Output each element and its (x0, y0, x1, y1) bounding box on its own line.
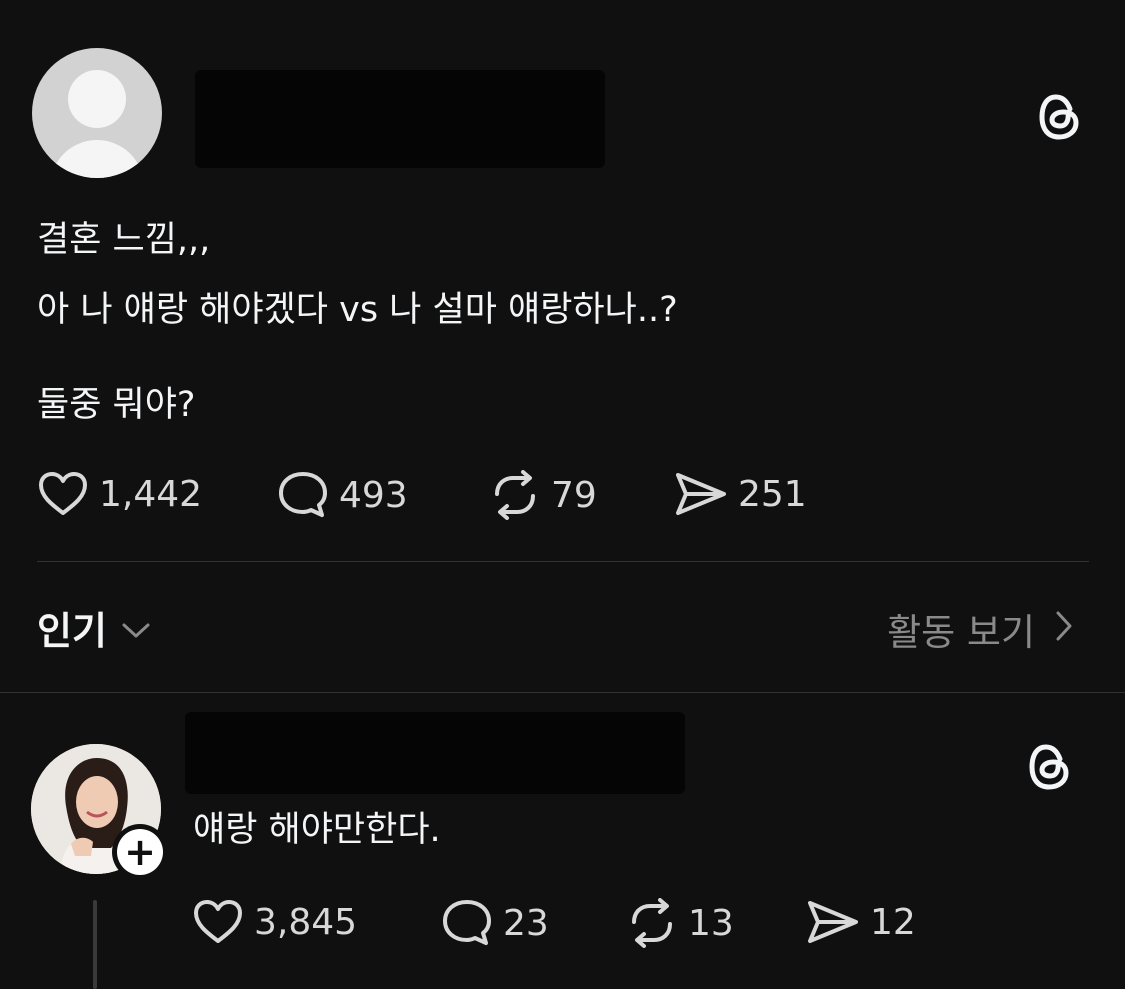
reply-repost-button[interactable]: 13 (626, 898, 734, 948)
plus-icon: + (117, 829, 163, 875)
section-divider (0, 692, 1125, 693)
reply-threads-icon[interactable] (1028, 742, 1072, 796)
comment-icon (277, 470, 329, 520)
share-button[interactable]: 251 (674, 470, 807, 518)
view-activity-link[interactable]: 활동 보기 (887, 602, 1073, 656)
redacted-username (195, 70, 605, 168)
reply-share-count: 12 (870, 901, 916, 943)
repost-button[interactable]: 79 (489, 470, 597, 520)
repost-icon (626, 898, 678, 948)
thread-connector-line (93, 900, 97, 989)
like-count: 1,442 (99, 473, 203, 515)
reply-reply-count: 23 (503, 902, 549, 944)
like-button[interactable]: 1,442 (37, 470, 202, 518)
reply-count: 493 (339, 474, 408, 516)
post-text-line-2: 아 나 얘랑 해야겠다 vs 나 설마 얘랑하나..? (37, 290, 678, 330)
send-icon (806, 898, 860, 946)
author-avatar[interactable] (32, 48, 162, 178)
divider (37, 561, 1089, 562)
post-text-line-1: 결혼 느낌,,, (37, 220, 211, 260)
reply-share-button[interactable]: 12 (806, 898, 916, 946)
heart-icon (192, 898, 244, 946)
reply-like-count: 3,845 (254, 901, 358, 943)
share-count: 251 (738, 473, 807, 515)
follow-button[interactable]: + (112, 824, 168, 880)
reply-reply-button[interactable]: 23 (441, 898, 549, 948)
heart-icon (37, 470, 89, 518)
send-icon (674, 470, 728, 518)
threads-icon[interactable] (1038, 92, 1082, 146)
sort-label: 인기 (37, 609, 107, 653)
reply-button[interactable]: 493 (277, 470, 408, 520)
reply-repost-count: 13 (688, 902, 734, 944)
chevron-down-icon (121, 606, 151, 650)
avatar-placeholder-head (68, 70, 126, 128)
avatar-placeholder-body (50, 140, 144, 178)
reply-text: 얘랑 해야만한다. (193, 810, 441, 850)
repost-icon (489, 470, 541, 520)
chevron-right-icon (1055, 608, 1073, 651)
repost-count: 79 (551, 474, 597, 516)
reply-like-button[interactable]: 3,845 (192, 898, 357, 946)
post-text-line-3: 둘중 뭐야? (37, 385, 196, 425)
sort-dropdown[interactable]: 인기 (37, 600, 151, 655)
activity-label: 활동 보기 (887, 611, 1035, 654)
redacted-reply-username (185, 712, 685, 794)
comment-icon (441, 898, 493, 948)
